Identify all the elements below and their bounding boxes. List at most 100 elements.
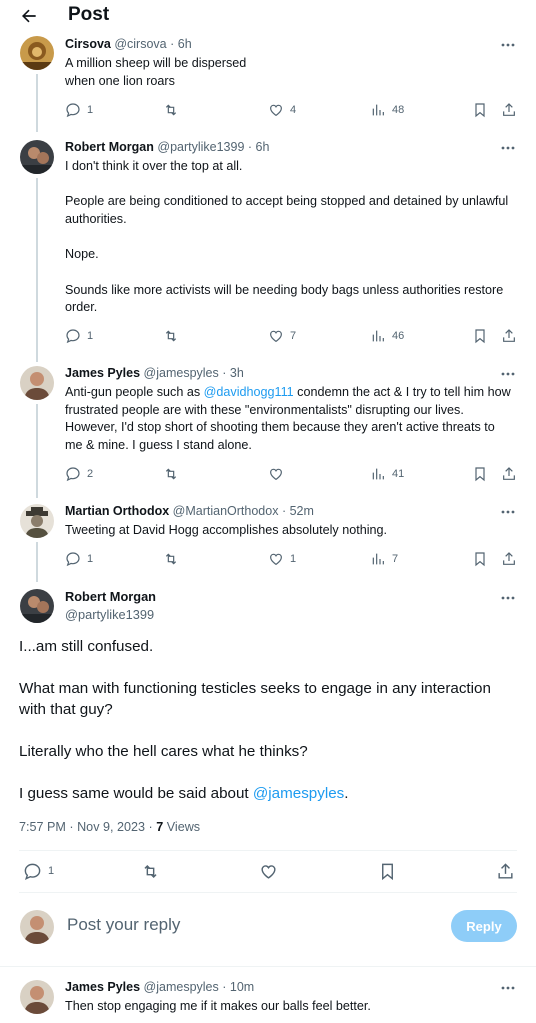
post-actions: 1 1 7: [65, 550, 520, 568]
reply-button[interactable]: 2: [65, 465, 93, 483]
repost-button[interactable]: [163, 327, 185, 345]
like-count: 4: [290, 104, 297, 116]
post-actions: 1 4 48: [65, 101, 520, 119]
repost-button[interactable]: [141, 862, 160, 880]
share-icon: [503, 467, 515, 480]
post-actions: 1 7 46: [65, 327, 520, 345]
like-button[interactable]: 4: [268, 101, 296, 119]
views-button[interactable]: 48: [370, 101, 404, 119]
timestamp-text[interactable]: 7:57 PM · Nov 9, 2023 ·: [19, 820, 156, 834]
more-options-icon[interactable]: [500, 591, 516, 605]
top-bar: Post: [0, 0, 536, 32]
avatar[interactable]: [20, 140, 54, 174]
reply-post[interactable]: James Pyles @jamespyles · 10m Then stop …: [0, 978, 536, 1023]
bookmark-button[interactable]: [472, 465, 488, 483]
reply-count: 1: [87, 330, 94, 342]
bookmark-button[interactable]: [472, 101, 488, 119]
repost-icon: [144, 864, 157, 878]
bookmark-button[interactable]: [378, 862, 397, 880]
views-count: 48: [392, 104, 405, 116]
reply-button[interactable]: 1: [23, 862, 54, 880]
like-button[interactable]: [259, 862, 278, 880]
mention-link[interactable]: @jamespyles: [253, 785, 344, 802]
thread-post-1[interactable]: Cirsova @cirsova · 6h A million sheep wi…: [0, 34, 536, 132]
thread-line: [36, 542, 38, 582]
views-count: 41: [392, 468, 405, 480]
display-name[interactable]: Robert Morgan: [65, 588, 156, 606]
paragraph: I guess same would be said about @jamesp…: [19, 783, 519, 804]
divider: [0, 966, 536, 967]
text-segment: .: [344, 785, 349, 802]
avatar[interactable]: [20, 589, 54, 623]
more-options-icon[interactable]: [500, 141, 516, 155]
share-icon: [498, 862, 513, 879]
bookmark-button[interactable]: [472, 327, 488, 345]
more-options-icon[interactable]: [500, 38, 516, 52]
bookmark-icon: [475, 103, 485, 118]
handle[interactable]: @partylike1399: [157, 140, 244, 154]
handle[interactable]: @jamespyles: [144, 366, 219, 380]
share-button[interactable]: [501, 550, 517, 568]
like-button[interactable]: 1: [268, 550, 296, 568]
thread-line: [36, 74, 38, 132]
mention-link[interactable]: @davidhogg111: [204, 385, 294, 399]
display-name[interactable]: Cirsova: [65, 37, 111, 51]
repost-icon: [165, 468, 177, 480]
display-name[interactable]: Martian Orthodox: [65, 504, 169, 518]
more-options-icon[interactable]: [500, 981, 516, 995]
post-timestamp: 7:57 PM · Nov 9, 2023 · 7 Views: [19, 820, 200, 834]
repost-button[interactable]: [163, 101, 185, 119]
share-button[interactable]: [501, 101, 517, 119]
reply-button[interactable]: 1: [65, 327, 93, 345]
bookmark-button[interactable]: [472, 550, 488, 568]
share-button[interactable]: [501, 327, 517, 345]
handle[interactable]: @MartianOrthodox: [173, 504, 279, 518]
paragraph: What man with functioning testicles seek…: [19, 680, 491, 718]
paragraph: Sounds like more activists will be needi…: [65, 282, 504, 315]
handle[interactable]: @cirsova: [114, 37, 166, 51]
reply-button[interactable]: 1: [65, 550, 93, 568]
display-name[interactable]: Robert Morgan: [65, 140, 154, 154]
views-button[interactable]: 41: [370, 465, 404, 483]
bookmark-icon: [475, 552, 485, 567]
avatar[interactable]: [20, 36, 54, 70]
thread-post-3[interactable]: James Pyles @jamespyles · 3h Anti-gun pe…: [0, 364, 536, 498]
share-button[interactable]: [501, 465, 517, 483]
post-meta: James Pyles @jamespyles · 10m: [65, 980, 254, 994]
post-time[interactable]: · 6h: [170, 37, 192, 51]
reply-submit-button[interactable]: Reply: [451, 910, 517, 942]
back-arrow-icon[interactable]: [18, 6, 40, 26]
thread-post-4[interactable]: Martian Orthodox @MartianOrthodox · 52m …: [0, 502, 536, 582]
repost-button[interactable]: [163, 465, 185, 483]
heart-icon: [270, 553, 282, 566]
like-button[interactable]: 7: [268, 327, 296, 345]
reply-button[interactable]: 1: [65, 101, 93, 119]
avatar[interactable]: [20, 504, 54, 538]
views-button[interactable]: 46: [370, 327, 404, 345]
repost-icon: [165, 330, 177, 342]
post-meta: James Pyles @jamespyles · 3h: [65, 366, 244, 380]
post-time[interactable]: · 3h: [222, 366, 244, 380]
post-time[interactable]: · 6h: [248, 140, 270, 154]
share-button[interactable]: [496, 862, 515, 880]
paragraph: I don't think it over the top at all.: [65, 159, 243, 173]
text-segment: I guess same would be said about: [19, 785, 253, 802]
repost-button[interactable]: [163, 550, 185, 568]
more-options-icon[interactable]: [500, 367, 516, 381]
display-name[interactable]: James Pyles: [65, 980, 140, 994]
like-count: 1: [290, 553, 297, 565]
like-button[interactable]: [268, 465, 290, 483]
avatar[interactable]: [20, 980, 54, 1014]
post-time[interactable]: · 52m: [282, 504, 314, 518]
post-time[interactable]: · 10m: [222, 980, 254, 994]
display-name[interactable]: James Pyles: [65, 366, 140, 380]
more-options-icon[interactable]: [500, 505, 516, 519]
avatar[interactable]: [20, 910, 54, 944]
reply-input[interactable]: Post your reply: [67, 915, 180, 935]
handle[interactable]: @partylike1399: [65, 606, 156, 624]
views-bar-chart-icon: [372, 330, 384, 342]
thread-post-2[interactable]: Robert Morgan @partylike1399 · 6h I don'…: [0, 138, 536, 362]
handle[interactable]: @jamespyles: [144, 980, 219, 994]
views-button[interactable]: 7: [370, 550, 398, 568]
avatar[interactable]: [20, 366, 54, 400]
